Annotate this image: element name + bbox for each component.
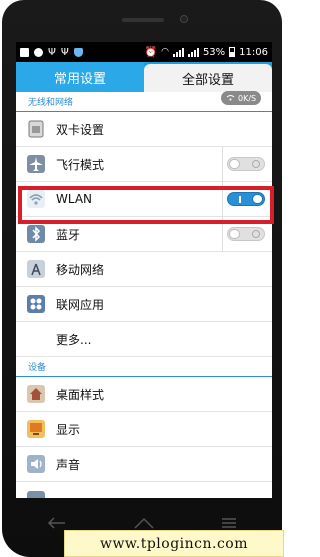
partial-row-icon [26,490,46,498]
sim-card-icon [26,119,46,139]
airplane-toggle[interactable] [226,157,265,171]
shield-icon [73,47,83,57]
row-label: 联网应用 [56,297,105,312]
signal-2-icon [187,47,199,57]
row-label: 桌面样式 [56,387,105,402]
usb-icon: Ψ [48,46,56,58]
row-airplane-mode[interactable]: 飞行模式 [16,146,272,182]
row-desktop-style[interactable]: 桌面样式 [16,377,272,412]
wifi-status-icon: ◠ [161,47,169,57]
wifi-icon [26,189,46,209]
watermark-banner: www.tplogincn.com [64,530,284,557]
row-sound[interactable]: 声音 [16,447,272,482]
row-label: 移动网络 [56,262,105,277]
wlan-toggle[interactable] [226,192,265,206]
tab-common-settings[interactable]: 常用设置 [16,62,144,92]
network-apps-icon [26,294,46,314]
chat-icon [34,47,43,57]
bluetooth-toggle-area [222,216,268,252]
settings-tabs: 常用设置 全部设置 [16,62,272,92]
notification-icon [20,47,29,57]
home-icon [26,384,46,404]
speaker-grille [122,18,164,22]
row-label: 更多... [56,332,92,347]
battery-icon [229,47,236,57]
row-more[interactable]: 更多... [16,322,272,357]
section-header-device: 设备 [16,357,272,377]
row-label: 蓝牙 [56,227,81,242]
status-bar: Ψ Ψ ⏰ ◠ 53% 11:06 [16,42,272,62]
row-display[interactable]: 显示 [16,412,272,447]
row-bluetooth[interactable]: 蓝牙 [16,216,272,252]
usb-debug-icon: Ψ [60,46,69,58]
speed-value: 0K/S [238,93,257,103]
speaker-icon [26,454,46,474]
clock: 11:06 [239,46,268,58]
network-speed-badge: 0K/S [221,91,262,105]
antenna-icon [26,259,46,279]
screen: Ψ Ψ ⏰ ◠ 53% 11:06 常用设置 全部设置 无线和网络 双卡设置 飞… [16,42,272,498]
row-label: 飞行模式 [56,157,105,172]
bluetooth-icon [26,224,46,244]
alarm-icon: ⏰ [144,46,158,58]
row-label: 双卡设置 [56,122,105,137]
phone-frame: Ψ Ψ ⏰ ◠ 53% 11:06 常用设置 全部设置 无线和网络 双卡设置 飞… [2,0,282,557]
display-icon [26,419,46,439]
row-label: WLAN [56,192,93,206]
row-network-apps[interactable]: 联网应用 [16,287,272,322]
row-dual-sim[interactable]: 双卡设置 [16,112,272,147]
row-label: 显示 [56,422,81,437]
signal-1-icon [172,47,184,57]
battery-percent: 53% [202,46,226,58]
airplane-toggle-area [222,146,268,182]
wifi-small-icon [226,94,235,103]
front-camera [180,15,188,23]
airplane-icon [26,154,46,174]
row-label: 声音 [56,457,81,472]
tab-all-settings[interactable]: 全部设置 [144,64,272,92]
bluetooth-toggle[interactable] [226,227,265,241]
wlan-toggle-area [222,181,268,217]
row-mobile-network[interactable]: 移动网络 [16,252,272,287]
row-wlan[interactable]: WLAN [16,181,272,217]
row-partial [16,482,272,498]
